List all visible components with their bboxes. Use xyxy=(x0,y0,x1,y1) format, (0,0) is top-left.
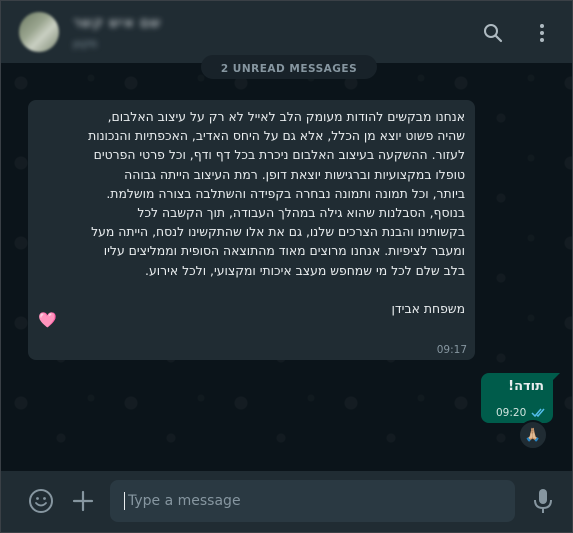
unread-messages-badge: 2 UNREAD MESSAGES xyxy=(201,55,377,79)
incoming-message-time: 09:17 xyxy=(436,344,467,356)
plus-icon[interactable] xyxy=(71,489,95,513)
contact-info[interactable]: שם איש קשר מקוון xyxy=(73,15,161,50)
emoji-icon[interactable] xyxy=(28,488,54,514)
message-input[interactable]: Type a message xyxy=(110,480,515,522)
outgoing-message-text: תודה! xyxy=(508,379,544,394)
message-reaction[interactable]: 🙏🏼 xyxy=(518,420,548,450)
menu-icon[interactable] xyxy=(530,21,554,45)
outgoing-message-time: 09:20 xyxy=(496,407,527,419)
search-icon[interactable] xyxy=(481,21,505,45)
message-input-placeholder: Type a message xyxy=(128,493,241,509)
chat-header: שם איש קשר מקוון xyxy=(1,1,572,63)
mic-icon[interactable] xyxy=(532,487,554,515)
heart-emoji: 🩷 xyxy=(38,311,57,329)
chat-area[interactable]: 2 UNREAD MESSAGES אנחנו מבקשים להודות מע… xyxy=(1,55,572,471)
incoming-message-text: אנחנו מבקשים להודות מעומק הלב לאייל לא ר… xyxy=(88,109,465,317)
double-check-icon xyxy=(531,408,545,418)
text-caret xyxy=(124,492,125,510)
chat-window: שם איש קשר מקוון 2 UNREAD MESSAGES אנחנו… xyxy=(0,0,573,533)
contact-avatar[interactable] xyxy=(19,12,59,52)
contact-status: מקוון xyxy=(73,36,98,50)
outgoing-message-bubble[interactable]: תודה! 09:20 xyxy=(481,373,560,423)
composer-bar: Type a message xyxy=(1,471,572,532)
contact-name: שם איש קשר xyxy=(73,14,162,31)
incoming-message-bubble[interactable]: אנחנו מבקשים להודות מעומק הלב לאייל לא ר… xyxy=(28,100,475,360)
